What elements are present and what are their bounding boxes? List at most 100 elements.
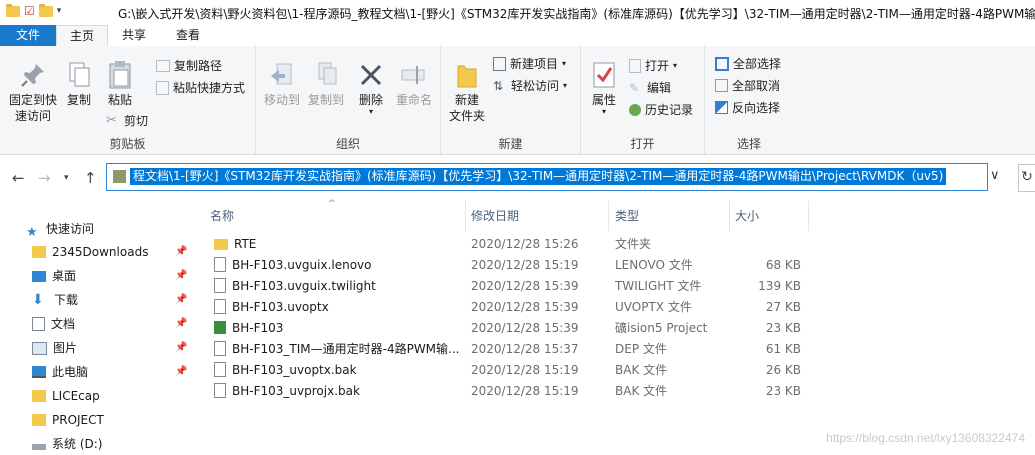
column-header-date[interactable]: 修改日期 (471, 205, 519, 227)
tab-home[interactable]: 主页 (56, 25, 108, 47)
folder-icon (113, 170, 126, 183)
tab-view[interactable]: 查看 (164, 25, 212, 46)
nav-item-downloads[interactable]: ⬇ 下载 (32, 289, 78, 311)
history-icon (629, 103, 641, 116)
copy-path-icon (156, 59, 170, 72)
nav-item-pictures[interactable]: 图片 (32, 337, 77, 359)
documents-icon (32, 317, 45, 331)
column-divider[interactable] (808, 201, 809, 231)
new-item-button[interactable]: 新建项目 ▾ (493, 55, 566, 72)
file-name: BH-F103.uvguix.lenovo (232, 258, 372, 272)
properties-qa-icon[interactable]: ☑ (24, 4, 35, 18)
nav-pane-divider[interactable] (192, 201, 200, 453)
easy-access-button[interactable]: ⇅ 轻松访问 ▾ (493, 77, 567, 94)
customize-qa-icon[interactable]: ▾ (57, 6, 62, 16)
up-arrow-icon[interactable]: ↑ (84, 169, 97, 187)
file-date: 2020/12/28 15:19 (471, 384, 579, 398)
chevron-down-icon: ▾ (601, 107, 606, 116)
table-row[interactable]: BH-F103.uvoptx 2020/12/28 15:39 UVOPTX 文… (200, 297, 1035, 318)
file-date: 2020/12/28 15:39 (471, 279, 579, 293)
file-date: 2020/12/28 15:37 (471, 342, 579, 356)
pin-icon[interactable]: 📌 (175, 270, 187, 281)
organize-group-label: 组织 (335, 137, 360, 151)
properties-check-icon (589, 60, 619, 90)
file-icon (214, 341, 226, 356)
edit-icon: ✎ (629, 80, 640, 95)
invert-selection-button[interactable]: 反向选择 (715, 99, 780, 116)
select-none-button[interactable]: 全部取消 (715, 77, 780, 94)
watermark: https://blog.csdn.net/lxy13608322474 (826, 431, 1025, 445)
copy-path-button[interactable]: 复制路径 (156, 57, 222, 74)
select-group-label: 选择 (736, 137, 761, 151)
column-header-type[interactable]: 类型 (615, 205, 639, 227)
nav-item-desktop[interactable]: 桌面 (32, 265, 76, 287)
table-row[interactable]: BH-F103.uvguix.twilight 2020/12/28 15:39… (200, 276, 1035, 297)
delete-button[interactable]: 删除 ▾ (354, 60, 388, 116)
new-folder-qa-icon[interactable] (38, 3, 53, 17)
table-row[interactable]: BH-F103_uvprojx.bak 2020/12/28 15:19 BAK… (200, 381, 1035, 402)
copy-to-icon (311, 60, 341, 90)
new-folder-button[interactable]: 新建 文件夹 (445, 60, 489, 124)
column-divider[interactable] (465, 201, 466, 231)
address-bar-row: ← → ▾ ↑ 程文档\1-[野火]《STM32库开发实战指南》(标准库源码)【… (0, 155, 1035, 201)
tab-file[interactable]: 文件 (0, 25, 56, 46)
chevron-down-icon: ▾ (368, 107, 373, 116)
nav-item-2345downloads[interactable]: 2345Downloads (32, 241, 148, 263)
select-all-button[interactable]: 全部选择 (715, 55, 781, 72)
recent-locations-chevron-icon[interactable]: ▾ (64, 173, 69, 183)
delete-x-icon (356, 60, 386, 90)
column-header-size[interactable]: 大小 (735, 205, 759, 227)
nav-item-licecap[interactable]: LICEcap (32, 385, 100, 407)
file-name: RTE (234, 237, 257, 251)
pin-icon[interactable]: 📌 (175, 342, 187, 353)
table-row[interactable]: BH-F103_TIM—通用定时器-4路PWM输... 2020/12/28 1… (200, 339, 1035, 360)
quick-access-item[interactable]: ★ 快速访问 (26, 218, 94, 240)
nav-item-project[interactable]: PROJECT (32, 409, 104, 431)
forward-arrow-icon[interactable]: → (38, 169, 51, 187)
column-divider[interactable] (608, 201, 609, 231)
column-divider[interactable] (729, 201, 730, 231)
open-icon (629, 58, 641, 73)
file-type: UVOPTX 文件 (615, 300, 692, 314)
file-type: 礦ision5 Project (615, 321, 708, 335)
folder-icon (32, 246, 46, 258)
cut-button[interactable]: ✂ 剪切 (106, 112, 148, 129)
select-group: 全部选择 全部取消 反向选择 选择 (705, 46, 793, 154)
file-list: ^ 名称 修改日期 类型 大小 RTE 2020/12/28 15:26 文件夹… (200, 199, 1035, 453)
paste-icon (105, 60, 135, 90)
address-input[interactable]: 程文档\1-[野火]《STM32库开发实战指南》(标准库源码)【优先学习】\32… (106, 163, 988, 191)
table-row[interactable]: BH-F103_uvoptx.bak 2020/12/28 15:19 BAK … (200, 360, 1035, 381)
chevron-down-icon: ▾ (562, 59, 567, 68)
file-size: 27 KB (765, 300, 801, 314)
copy-button[interactable]: 复制 (62, 60, 96, 108)
open-button[interactable]: 打开 ▾ (629, 57, 677, 74)
table-row[interactable]: RTE 2020/12/28 15:26 文件夹 (200, 234, 1035, 255)
address-text[interactable]: 程文档\1-[野火]《STM32库开发实战指南》(标准库源码)【优先学习】\32… (130, 168, 947, 185)
address-dropdown-chevron-icon[interactable]: ∨ (990, 168, 1000, 183)
copy-to-button[interactable]: 复制到 (304, 60, 348, 108)
tab-share[interactable]: 共享 (110, 25, 158, 46)
nav-item-documents[interactable]: 文档 (32, 313, 75, 335)
rename-button[interactable]: 重命名 (392, 60, 436, 108)
nav-item-drive-d[interactable]: 系统 (D:) (32, 433, 102, 455)
history-button[interactable]: 历史记录 (629, 101, 693, 118)
column-header-name[interactable]: 名称 (210, 205, 234, 227)
pin-icon[interactable]: 📌 (175, 246, 187, 257)
edit-button[interactable]: ✎ 编辑 (629, 79, 671, 96)
back-arrow-icon[interactable]: ← (12, 169, 25, 187)
star-icon: ★ (26, 225, 38, 240)
table-row[interactable]: BH-F103.uvguix.lenovo 2020/12/28 15:19 L… (200, 255, 1035, 276)
nav-item-this-pc[interactable]: 此电脑 (32, 361, 88, 383)
refresh-icon[interactable]: ↻ (1018, 164, 1035, 192)
paste-shortcut-button[interactable]: 粘贴快捷方式 (156, 79, 245, 96)
pin-to-quick-access-button[interactable]: 固定到快速访问 (4, 60, 62, 124)
properties-button[interactable]: 属性 ▾ (587, 60, 621, 116)
table-row[interactable]: BH-F103 2020/12/28 15:39 礦ision5 Project… (200, 318, 1035, 339)
file-name: BH-F103 (232, 321, 284, 335)
pin-icon[interactable]: 📌 (175, 366, 187, 377)
pin-icon[interactable]: 📌 (175, 294, 187, 305)
file-type: 文件夹 (615, 237, 652, 251)
paste-button[interactable]: 粘贴 (100, 60, 140, 108)
move-to-button[interactable]: 移动到 (260, 60, 304, 108)
pin-icon[interactable]: 📌 (175, 318, 187, 329)
